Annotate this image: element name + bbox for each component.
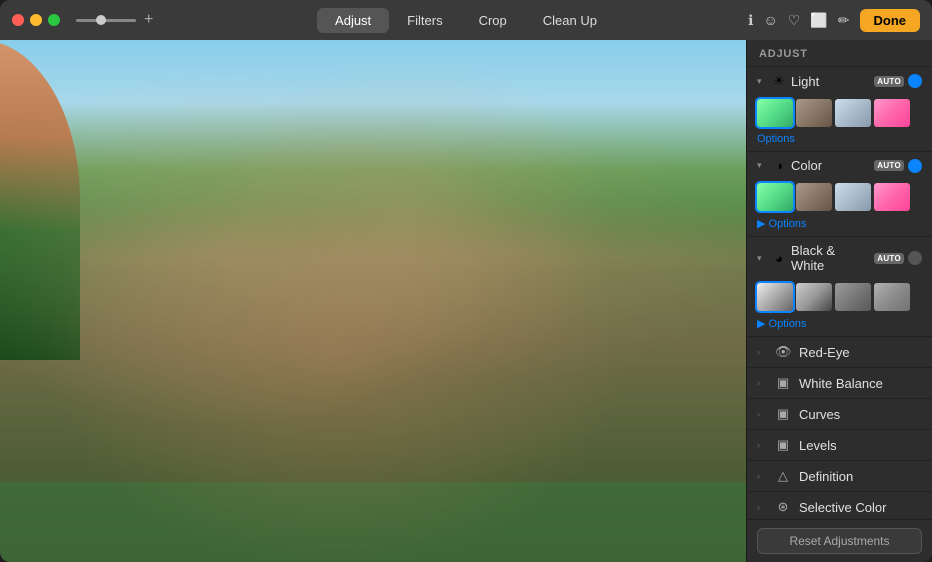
chevron-right-icon-wb: ›	[757, 378, 767, 388]
titlebar-right: ℹ ☺ ♡ ⬜ ✏ Done	[748, 9, 920, 32]
color-toggle[interactable]	[908, 159, 922, 173]
light-toggle[interactable]	[908, 74, 922, 88]
panel-header: ADJUST	[747, 40, 932, 67]
emoji-icon[interactable]: ☺	[763, 12, 777, 28]
section-color: ▾ ◑ Color AUTO ▶ Options	[747, 152, 932, 237]
section-bw: ▾ ◕ Black & White AUTO ▶ Options	[747, 237, 932, 337]
item-redeye[interactable]: › 👁 Red-Eye	[747, 337, 932, 368]
curves-label: Curves	[799, 407, 922, 422]
section-light: ▾ ☀ Light AUTO Options	[747, 67, 932, 152]
chevron-down-icon: ▾	[757, 76, 767, 87]
edit-icon[interactable]: ✏	[838, 12, 850, 29]
light-label: Light	[791, 74, 870, 89]
bw-icon: ◕	[771, 251, 787, 266]
photo-area	[0, 40, 746, 562]
chevron-down-icon-color: ▾	[757, 160, 767, 171]
chevron-down-icon-bw: ▾	[757, 253, 767, 264]
redeye-label: Red-Eye	[799, 345, 922, 360]
thumb-light-3[interactable]	[835, 99, 871, 127]
auto-badge-bw[interactable]: AUTO	[874, 253, 904, 264]
photo-canvas	[0, 40, 746, 562]
levels-icon: ▣	[775, 437, 791, 453]
close-button[interactable]	[12, 14, 24, 26]
item-selectivecolor[interactable]: › ⊛ Selective Color	[747, 492, 932, 519]
slider-thumb	[96, 15, 106, 25]
chevron-right-icon-levels: ›	[757, 440, 767, 450]
bw-label: Black & White	[791, 243, 870, 273]
main-content: ADJUST ▾ ☀ Light AUTO	[0, 40, 932, 562]
chevron-right-icon-def: ›	[757, 471, 767, 481]
auto-badge-light[interactable]: AUTO	[874, 76, 904, 87]
minimize-button[interactable]	[30, 14, 42, 26]
whitebalance-icon: ▣	[775, 375, 791, 391]
item-curves[interactable]: › ▣ Curves	[747, 399, 932, 430]
thumb-bw-4[interactable]	[874, 283, 910, 311]
bw-thumbnails	[747, 279, 932, 315]
selectivecolor-label: Selective Color	[799, 500, 922, 515]
nav-tabs: Adjust Filters Crop Clean Up	[317, 8, 615, 33]
selectivecolor-icon: ⊛	[775, 499, 791, 515]
share-icon[interactable]: ⬜	[810, 12, 827, 29]
slider-track	[76, 19, 136, 22]
photo-image	[0, 40, 746, 562]
reset-container: Reset Adjustments	[747, 519, 932, 562]
color-thumbnails	[747, 179, 932, 215]
maximize-button[interactable]	[48, 14, 60, 26]
curves-icon: ▣	[775, 406, 791, 422]
light-options[interactable]: Options	[747, 131, 932, 151]
color-options[interactable]: ▶ Options	[747, 215, 932, 236]
item-definition[interactable]: › △ Definition	[747, 461, 932, 492]
light-thumbnails	[747, 95, 932, 131]
titlebar: + Adjust Filters Crop Clean Up ℹ ☺ ♡ ⬜ ✏…	[0, 0, 932, 40]
section-bw-header[interactable]: ▾ ◕ Black & White AUTO	[747, 237, 932, 279]
zoom-slider[interactable]	[76, 19, 136, 22]
chevron-right-icon-redeye: ›	[757, 347, 767, 357]
thumb-color-1[interactable]	[757, 183, 793, 211]
bw-toggle[interactable]	[908, 251, 922, 265]
photo-overlay	[0, 40, 746, 562]
done-button[interactable]: Done	[860, 9, 921, 32]
auto-badge-color[interactable]: AUTO	[874, 160, 904, 171]
reset-adjustments-button[interactable]: Reset Adjustments	[757, 528, 922, 554]
traffic-lights	[12, 14, 60, 26]
thumb-light-2[interactable]	[796, 99, 832, 127]
thumb-color-4[interactable]	[874, 183, 910, 211]
light-icon: ☀	[771, 73, 787, 89]
main-window: + Adjust Filters Crop Clean Up ℹ ☺ ♡ ⬜ ✏…	[0, 0, 932, 562]
color-label: Color	[791, 158, 870, 173]
thumb-light-4[interactable]	[874, 99, 910, 127]
thumb-bw-1[interactable]	[757, 283, 793, 311]
panel-scroll[interactable]: ▾ ☀ Light AUTO Options	[747, 67, 932, 519]
tab-cleanup[interactable]: Clean Up	[525, 8, 615, 33]
tab-crop[interactable]: Crop	[461, 8, 525, 33]
whitebalance-label: White Balance	[799, 376, 922, 391]
add-icon[interactable]: +	[144, 11, 153, 29]
thumb-light-1[interactable]	[757, 99, 793, 127]
definition-label: Definition	[799, 469, 922, 484]
tab-filters[interactable]: Filters	[389, 8, 460, 33]
thumb-bw-2[interactable]	[796, 283, 832, 311]
chevron-right-icon-sc: ›	[757, 502, 767, 512]
heart-icon[interactable]: ♡	[788, 12, 801, 29]
section-color-header[interactable]: ▾ ◑ Color AUTO	[747, 152, 932, 179]
thumb-color-2[interactable]	[796, 183, 832, 211]
section-light-header[interactable]: ▾ ☀ Light AUTO	[747, 67, 932, 95]
definition-icon: △	[775, 468, 791, 484]
item-whitebalance[interactable]: › ▣ White Balance	[747, 368, 932, 399]
thumb-bw-3[interactable]	[835, 283, 871, 311]
color-icon: ◑	[771, 158, 787, 173]
bw-options[interactable]: ▶ Options	[747, 315, 932, 336]
chevron-right-icon-curves: ›	[757, 409, 767, 419]
info-icon[interactable]: ℹ	[748, 12, 753, 29]
item-levels[interactable]: › ▣ Levels	[747, 430, 932, 461]
thumb-color-3[interactable]	[835, 183, 871, 211]
levels-label: Levels	[799, 438, 922, 453]
adjust-panel: ADJUST ▾ ☀ Light AUTO	[746, 40, 932, 562]
tab-adjust[interactable]: Adjust	[317, 8, 389, 33]
redeye-icon: 👁	[775, 344, 791, 360]
